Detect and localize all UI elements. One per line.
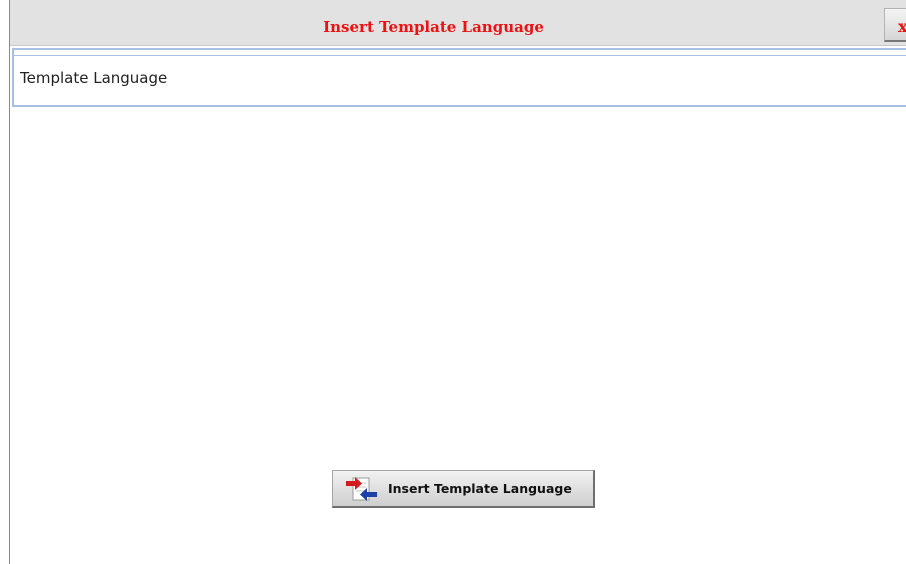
- close-button[interactable]: x: [884, 8, 906, 42]
- template-language-field[interactable]: Template Language: [12, 48, 906, 107]
- dialog-left-border: [9, 0, 10, 564]
- insert-swap-icon: [346, 477, 377, 501]
- field-divider: [14, 55, 906, 56]
- dialog-titlebar: Insert Template Language x: [10, 0, 906, 46]
- template-language-value: Template Language: [20, 69, 168, 87]
- insert-template-language-button[interactable]: Insert Template Language: [332, 470, 595, 508]
- insert-button-label: Insert Template Language: [388, 481, 572, 496]
- insert-template-dialog: Insert Template Language x Template Lang…: [0, 0, 906, 564]
- dialog-title: Insert Template Language: [323, 18, 544, 36]
